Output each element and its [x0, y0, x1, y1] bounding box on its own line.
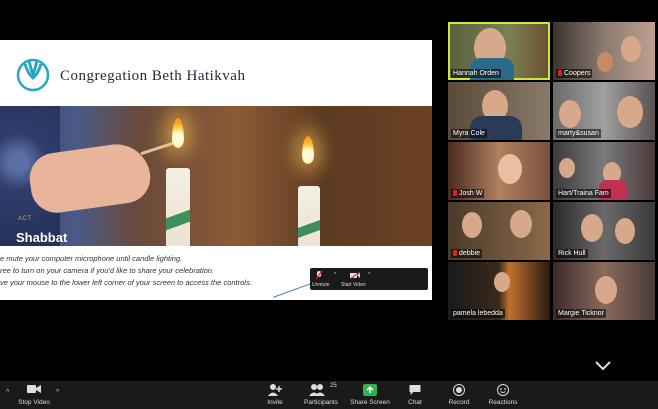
participant-name: debbie [451, 249, 483, 258]
participant-name: Hart/Traina Fam [556, 189, 611, 198]
mic-muted-icon [558, 70, 562, 76]
chat-icon [409, 385, 421, 395]
participants-icon [308, 384, 325, 396]
participant-tile[interactable]: Rick Hull [553, 202, 655, 260]
chevron-up-icon[interactable]: ^ [6, 389, 9, 396]
mini-start-video-label: Start Video [341, 282, 366, 288]
activity-label: ACT [18, 216, 32, 222]
mini-unmute-label: Unmute [312, 282, 330, 288]
participant-tile[interactable]: Coopers [553, 22, 655, 80]
participant-tile[interactable]: marty&susan [553, 82, 655, 140]
shared-screen: Congregation Beth Hatikvah ACT Shabbat e… [0, 40, 432, 300]
participant-name: Myra Cole [451, 129, 487, 138]
instruction-line: e mute your computer microphone until ca… [0, 254, 183, 263]
add-person-icon [268, 384, 282, 396]
congregation-name: Congregation Beth Hatikvah [60, 68, 246, 84]
video-off-icon [350, 272, 360, 279]
instruction-line: ve your mouse to the lower left corner o… [0, 278, 252, 287]
smiley-icon [497, 384, 509, 396]
chevron-down-icon[interactable] [594, 360, 612, 372]
participant-name: Coopers [556, 69, 593, 78]
chevron-up-icon: ^ [334, 272, 337, 278]
record-icon [453, 384, 465, 396]
participant-tile[interactable]: Josh W [448, 142, 550, 200]
participant-name: Rick Hull [556, 249, 588, 258]
share-screen-icon [363, 384, 377, 396]
participant-name: marty&susan [556, 129, 601, 138]
participant-tile[interactable]: Hart/Traina Fam [553, 142, 655, 200]
slide-title: Shabbat [16, 230, 68, 245]
participants-count: 25 [330, 383, 337, 389]
participant-tile[interactable]: debbie [448, 202, 550, 260]
reactions-button[interactable]: Reactions [486, 381, 520, 409]
invite-button[interactable]: Invite [258, 381, 292, 409]
candle-photo: ACT Shabbat [0, 106, 432, 246]
chevron-up-icon[interactable]: ^ [56, 389, 59, 396]
instruction-line: ree to turn on your camera if you'd like… [0, 266, 215, 275]
slide-mini-toolbar: Unmute Start Video ^ ^ [310, 268, 428, 290]
mic-muted-icon [453, 250, 457, 256]
participant-tile[interactable]: Margie Ticknor [553, 262, 655, 320]
video-camera-icon [27, 385, 41, 393]
congregation-logo-icon [16, 58, 50, 92]
participant-tile[interactable]: Myra Cole [448, 82, 550, 140]
participant-name: pamela lebedda [451, 309, 505, 318]
participant-name: Hannah Orden [451, 69, 501, 78]
mic-muted-icon [453, 190, 457, 196]
participant-name: Josh W [451, 189, 485, 198]
participant-tile[interactable]: Hannah Orden [448, 22, 550, 80]
share-screen-button[interactable]: Share Screen [348, 381, 392, 409]
slide-header: Congregation Beth Hatikvah [0, 40, 432, 106]
participant-name: Margie Ticknor [556, 309, 606, 318]
participants-button[interactable]: 25 Participants [300, 381, 342, 409]
participant-tile[interactable]: pamela lebedda [448, 262, 550, 320]
chat-button[interactable]: Chat [400, 381, 430, 409]
record-button[interactable]: Record [444, 381, 474, 409]
meeting-toolbar: ^ Stop Video ^ Invite 25 Participants Sh… [0, 381, 658, 409]
chevron-up-icon: ^ [368, 272, 371, 278]
mic-muted-icon [316, 271, 322, 280]
stop-video-button[interactable]: Stop Video [14, 381, 54, 409]
